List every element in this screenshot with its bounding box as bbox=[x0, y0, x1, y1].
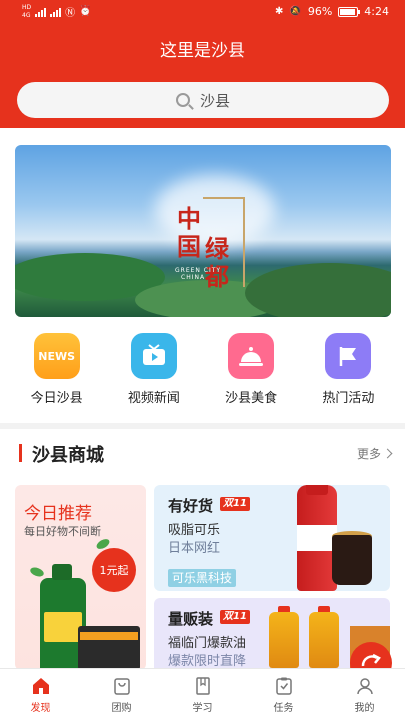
product-label-image bbox=[44, 612, 82, 642]
bulk-title: 量贩装 bbox=[168, 610, 214, 628]
nav-label: 团购 bbox=[111, 702, 132, 714]
recommend-title: 今日推荐 bbox=[24, 504, 92, 524]
category-today-shaxian[interactable]: NEWS 今日沙县 bbox=[12, 333, 102, 413]
mute-icon: 🔕 bbox=[289, 6, 302, 17]
section-title: 沙县商城 bbox=[32, 445, 104, 466]
nav-label: 学习 bbox=[192, 702, 213, 714]
battery-percent: 96% bbox=[307, 5, 333, 18]
signal2-icon bbox=[50, 7, 62, 17]
good-goods-title: 有好货 bbox=[168, 497, 214, 515]
bottom-navigation: 发现 团购 学习 任务 我的 bbox=[0, 668, 405, 720]
app-screen: HD 4G Ⓝ ⏰ ✱ 🔕 96% 4:24 这里是沙县 沙县 中 国 绿 都 … bbox=[0, 0, 405, 720]
status-left: HD 4G Ⓝ ⏰ bbox=[22, 4, 92, 19]
good-goods-line1: 吸脂可乐 bbox=[168, 523, 221, 538]
cola-cap-image bbox=[306, 485, 328, 495]
user-icon bbox=[356, 677, 373, 694]
nav-tasks[interactable]: 任务 bbox=[243, 669, 324, 720]
nav-label: 任务 bbox=[273, 702, 294, 714]
home-icon bbox=[32, 677, 49, 694]
signal-icon bbox=[35, 7, 47, 17]
nav-label: 发现 bbox=[30, 702, 51, 714]
section-divider bbox=[0, 423, 405, 429]
tv-icon bbox=[130, 333, 177, 379]
cola-label-image bbox=[297, 525, 337, 551]
sim-indicator: HD 4G bbox=[22, 4, 31, 19]
oil-bottle-image bbox=[309, 612, 339, 668]
book-icon bbox=[195, 676, 210, 695]
top-header: HD 4G Ⓝ ⏰ ✱ 🔕 96% 4:24 这里是沙县 沙县 bbox=[0, 0, 405, 128]
page-title: 这里是沙县 bbox=[160, 41, 245, 61]
nav-study[interactable]: 学习 bbox=[162, 669, 243, 720]
sim1-label: HD bbox=[22, 4, 32, 11]
good-goods-line2: 日本网红 bbox=[168, 541, 221, 556]
chevron-right-icon bbox=[382, 448, 393, 459]
category-label: 沙县美食 bbox=[225, 391, 278, 406]
status-bar: HD 4G Ⓝ ⏰ ✱ 🔕 96% 4:24 bbox=[0, 0, 405, 26]
nav-mine[interactable]: 我的 bbox=[324, 669, 405, 720]
food-cloche-icon bbox=[228, 333, 275, 379]
banner-sub-line2: CHINA bbox=[181, 274, 206, 281]
nav-group-buy[interactable]: 团购 bbox=[81, 669, 162, 720]
category-shaxian-food[interactable]: 沙县美食 bbox=[206, 333, 296, 413]
bulk-line2: 爆款限时直降 bbox=[168, 654, 247, 669]
status-right: ✱ 🔕 96% 4:24 bbox=[275, 5, 389, 18]
sim2-label: 4G bbox=[22, 12, 31, 19]
recommend-subtitle: 每日好物不间断 bbox=[24, 525, 101, 538]
banner-subtitle: GREEN CITY CHINA bbox=[175, 267, 221, 281]
search-bar[interactable]: 沙县 bbox=[17, 82, 389, 118]
good-goods-badge: 可乐黑科技 bbox=[168, 569, 237, 587]
double11-tag: 双11 bbox=[220, 497, 250, 511]
category-hot-events[interactable]: 热门活动 bbox=[303, 333, 393, 413]
card-good-goods[interactable]: 有好货 双11 吸脂可乐 日本网红 可乐黑科技 bbox=[154, 485, 390, 591]
banner-char: 国 bbox=[177, 232, 201, 261]
nav-label: 我的 bbox=[354, 702, 375, 714]
hero-banner[interactable]: 中 国 绿 都 GREEN CITY CHINA bbox=[15, 145, 391, 317]
shop-section-header: 沙县商城 更多 bbox=[0, 440, 405, 468]
product-box-stripe bbox=[80, 632, 138, 640]
double11-tag: 双11 bbox=[220, 610, 250, 624]
category-video-news[interactable]: 视频新闻 bbox=[109, 333, 199, 413]
bluetooth-icon: ✱ bbox=[275, 6, 284, 17]
section-accent-bar bbox=[19, 444, 22, 462]
oil-bottle-image bbox=[269, 612, 299, 668]
battery-icon bbox=[338, 6, 361, 17]
bulk-line1: 福临门爆款油 bbox=[168, 636, 247, 651]
shopping-bag-icon bbox=[113, 677, 130, 695]
search-icon bbox=[175, 93, 190, 107]
cola-glass-image bbox=[332, 535, 372, 585]
category-label: 视频新闻 bbox=[127, 391, 180, 406]
search-placeholder: 沙县 bbox=[199, 91, 230, 110]
more-label: 更多 bbox=[356, 447, 381, 461]
alarm-icon: ⏰ bbox=[79, 6, 92, 17]
banner-sub-line1: GREEN CITY bbox=[175, 267, 222, 274]
category-grid: NEWS 今日沙县 视频新闻 沙县美食 热门活动 bbox=[0, 333, 405, 413]
more-link[interactable]: 更多 bbox=[356, 445, 393, 462]
flag-icon bbox=[325, 333, 372, 379]
nfc-icon: Ⓝ bbox=[65, 8, 76, 19]
price-badge: 1元起 bbox=[92, 548, 136, 592]
clipboard-check-icon bbox=[275, 677, 292, 695]
category-label: 热门活动 bbox=[322, 391, 375, 406]
clock-time: 4:24 bbox=[364, 5, 389, 18]
category-label: 今日沙县 bbox=[30, 391, 83, 406]
news-icon: NEWS bbox=[33, 333, 80, 379]
nav-discover[interactable]: 发现 bbox=[0, 669, 81, 720]
